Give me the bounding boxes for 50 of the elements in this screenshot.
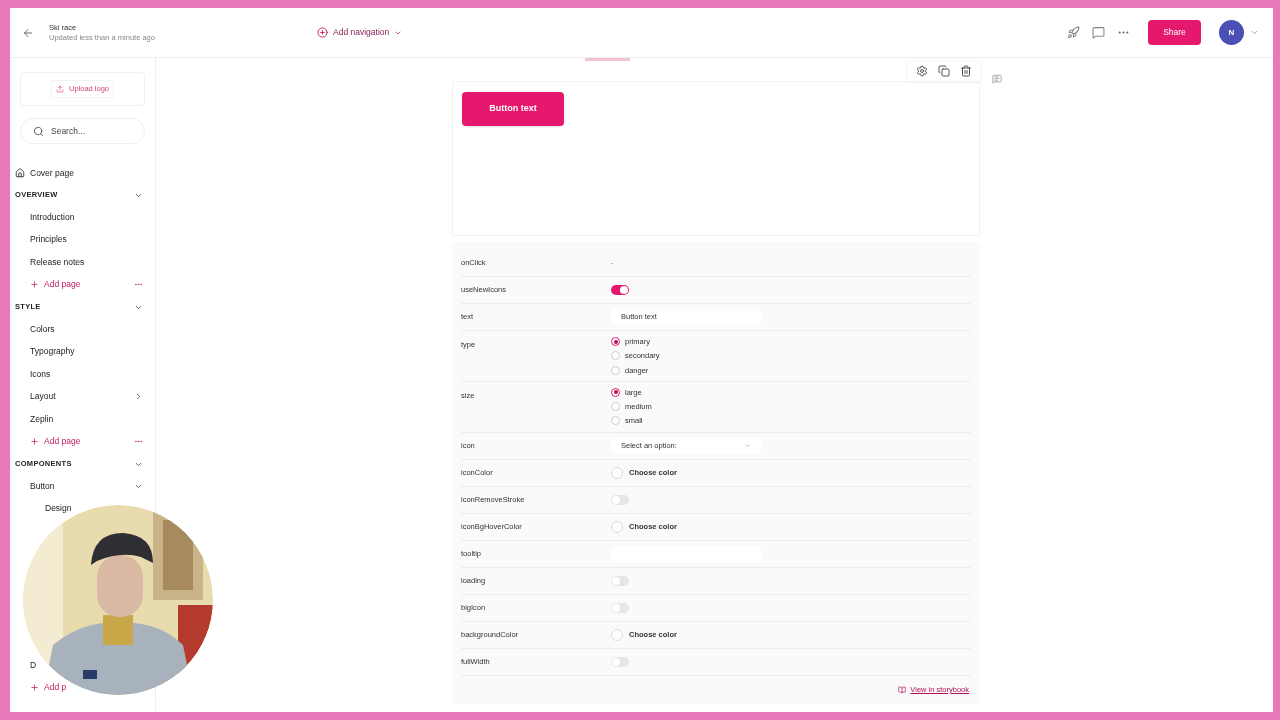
add-page-button[interactable]: Add page <box>30 435 81 449</box>
plus-icon <box>30 437 39 447</box>
toggle-switch[interactable] <box>611 602 629 613</box>
sidebar-item[interactable]: D <box>30 658 37 672</box>
sidebar-item[interactable]: Principles <box>30 233 67 247</box>
sidebar-item[interactable]: Icons <box>30 367 51 381</box>
radio-button[interactable] <box>611 416 620 426</box>
plus-icon <box>30 683 39 693</box>
radio-button[interactable] <box>611 337 620 347</box>
sidebar-item[interactable]: Introduction <box>30 210 75 224</box>
toggle-switch[interactable] <box>611 575 629 586</box>
toggle-switch[interactable] <box>611 656 629 667</box>
plus-circle-icon <box>317 27 328 38</box>
rocket-icon[interactable] <box>1067 26 1080 39</box>
sidebar-item[interactable]: Zeplin <box>30 412 54 426</box>
radio-button[interactable] <box>611 365 620 375</box>
caret-icon[interactable] <box>1250 28 1259 37</box>
sidebar-item[interactable]: Button <box>30 479 55 493</box>
chevron-right-icon[interactable] <box>134 392 143 402</box>
delete-icon[interactable] <box>960 65 972 77</box>
sidebar-item[interactable]: Typography <box>30 345 75 359</box>
add-navigation-button[interactable]: Add navigation <box>317 26 403 39</box>
prop-value: - <box>611 257 614 269</box>
user-avatar[interactable]: N <box>1219 20 1244 45</box>
book-icon <box>898 685 907 694</box>
search-icon <box>33 125 44 137</box>
chevron-icon <box>744 442 751 449</box>
sidebar-item[interactable]: Design <box>45 502 72 516</box>
copy-icon[interactable] <box>938 65 950 77</box>
preview-button[interactable]: Button text <box>462 92 564 126</box>
comment-icon[interactable] <box>1092 26 1105 39</box>
radio-button[interactable] <box>611 387 620 397</box>
home-icon <box>15 168 25 178</box>
radio-button[interactable] <box>611 351 620 361</box>
settings-icon[interactable] <box>916 65 928 77</box>
sidebar-item[interactable]: Colors <box>30 322 55 336</box>
toggle-switch[interactable] <box>611 494 629 505</box>
add-page-button[interactable]: Add p <box>30 681 67 695</box>
radio-button[interactable] <box>611 402 620 412</box>
plus-icon <box>30 280 39 290</box>
toggle-switch[interactable] <box>611 285 629 295</box>
sidebar-item[interactable]: Cover page <box>15 162 155 184</box>
sidebar-item[interactable]: Layout <box>30 390 56 404</box>
add-page-button[interactable]: Add page <box>30 278 81 292</box>
back-arrow-icon[interactable] <box>22 26 34 39</box>
comment-icon[interactable] <box>992 74 1002 84</box>
search-input[interactable]: Search... <box>51 124 131 138</box>
share-button[interactable]: Share <box>1148 20 1201 45</box>
sidebar-item[interactable]: Release notes <box>30 255 85 269</box>
upload-icon <box>56 85 64 93</box>
